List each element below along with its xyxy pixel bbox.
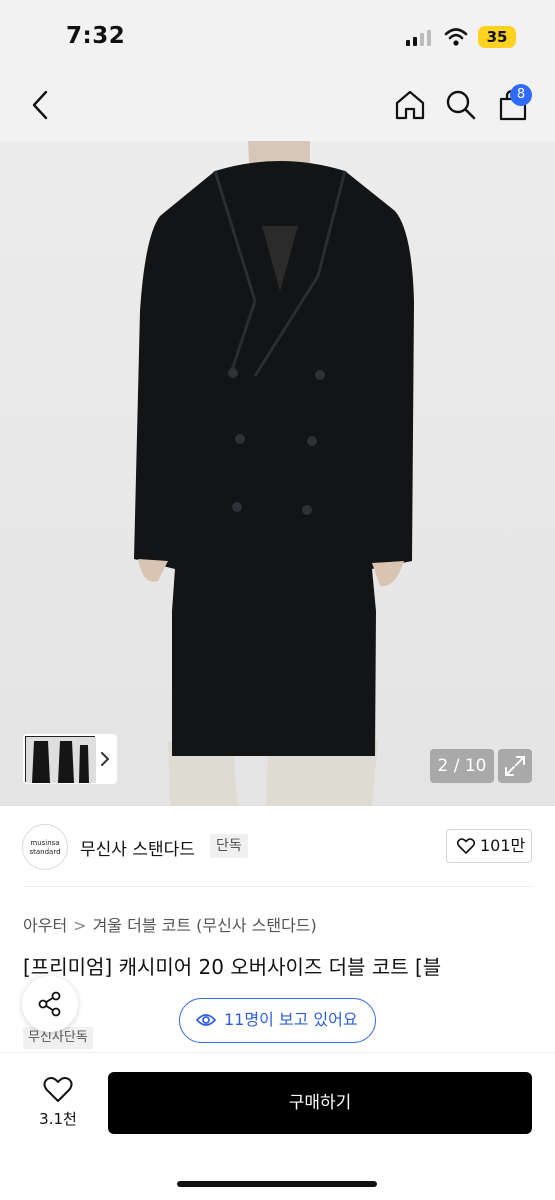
breadcrumb-category[interactable]: 아우터 xyxy=(23,916,67,935)
brand-logo-text-top: musinsa xyxy=(30,839,60,847)
image-counter: 2 / 10 xyxy=(430,749,494,783)
expand-button[interactable] xyxy=(498,749,532,783)
thumbnail-image[interactable] xyxy=(25,736,96,783)
brand-logo-text-bottom: standard xyxy=(29,848,61,856)
brand-like-count: 101만 xyxy=(480,836,526,855)
search-icon[interactable] xyxy=(445,88,477,122)
product-title: [프리미엄] 캐시미어 20 오버사이즈 더블 코트 [블 xyxy=(23,955,442,979)
wishlist-button[interactable]: 3.1천 xyxy=(34,1072,82,1134)
share-button[interactable] xyxy=(22,976,78,1032)
back-button[interactable] xyxy=(26,88,56,122)
status-time: 7:32 xyxy=(66,23,126,49)
brand-name[interactable]: 무신사 스탠다드 xyxy=(80,835,195,860)
viewers-text: 11명이 보고 있어요 xyxy=(224,1010,358,1029)
breadcrumb-separator-icon: > xyxy=(73,916,87,935)
chevron-right-icon xyxy=(101,752,110,766)
thumbnail-strip[interactable] xyxy=(23,734,117,784)
expand-icon xyxy=(505,756,525,776)
share-icon xyxy=(38,991,61,1017)
exclusive-tag: 단독 xyxy=(210,834,248,858)
viewers-pill: 11명이 보고 있어요 xyxy=(179,998,376,1043)
brand-like-button[interactable]: 101만 xyxy=(446,829,532,863)
breadcrumb-subcategory[interactable]: 겨울 더블 코트 (무신사 스탠다드) xyxy=(93,916,317,935)
brand-logo[interactable]: musinsa standard xyxy=(22,824,68,870)
battery-icon: 35 xyxy=(478,26,516,48)
cart-count-badge: 8 xyxy=(510,84,532,106)
eye-icon xyxy=(196,1014,216,1026)
breadcrumb: 아우터 > 겨울 더블 코트 (무신사 스탠다드) xyxy=(23,912,317,936)
signal-icon xyxy=(406,30,431,46)
heart-icon xyxy=(457,838,475,854)
heart-icon xyxy=(43,1077,73,1102)
product-image[interactable] xyxy=(0,141,555,806)
divider xyxy=(23,886,532,887)
wifi-icon xyxy=(444,28,468,46)
top-bar: 7:32 35 8 xyxy=(0,0,555,141)
coat-photo xyxy=(0,141,555,806)
buy-button[interactable]: 구매하기 xyxy=(108,1072,532,1134)
home-indicator xyxy=(177,1181,377,1187)
wishlist-count: 3.1천 xyxy=(39,1110,77,1128)
home-icon[interactable] xyxy=(393,88,427,122)
